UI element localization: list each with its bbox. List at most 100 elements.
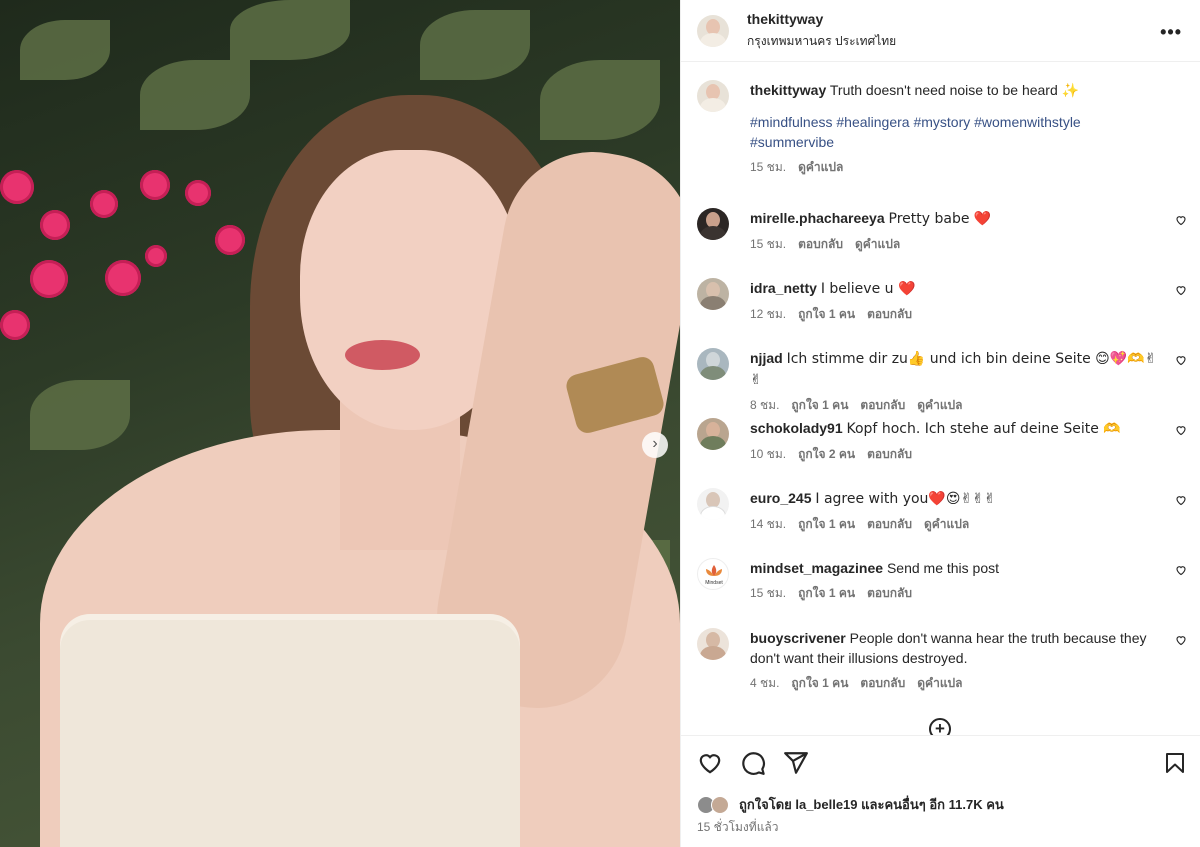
see-translation-link[interactable]: ดูคำแปล xyxy=(924,515,969,534)
author-avatar[interactable] xyxy=(697,14,729,47)
caption-username[interactable]: thekittyway xyxy=(750,82,826,98)
flower xyxy=(105,260,141,296)
comment-username[interactable]: idra_netty xyxy=(750,280,817,296)
hashtag-link[interactable]: #mindfulness #healingera #mystory #women… xyxy=(750,114,1081,130)
lips xyxy=(345,340,420,370)
heart-icon[interactable] xyxy=(697,750,723,776)
comment-likes-count[interactable]: ถูกใจ 2 คน xyxy=(798,445,855,464)
comment-time[interactable]: 4 ชม. xyxy=(750,674,779,693)
lotus-logo-icon: Mindset xyxy=(705,565,723,586)
comment-time[interactable]: 10 ชม. xyxy=(750,445,786,464)
reply-button[interactable]: ตอบกลับ xyxy=(798,235,843,254)
reply-button[interactable]: ตอบกลับ xyxy=(867,584,912,603)
comment-time[interactable]: 12 ชม. xyxy=(750,305,786,324)
comment-text: I agree with you❤️😍✌✌✌ xyxy=(815,491,996,507)
comment-likes-count[interactable]: ถูกใจ 1 คน xyxy=(791,674,848,693)
post-footer: ถูกใจโดย la_belle19 และคนอื่นๆ อีก 11.7K… xyxy=(681,735,1200,847)
see-translation-link[interactable]: ดูคำแปล xyxy=(798,158,843,177)
comment-username[interactable]: mirelle.phachareeya xyxy=(750,210,885,226)
author-info: thekittyway กรุงเทพมหานคร ประเทศไทย xyxy=(747,11,896,51)
comment-time[interactable]: 8 ชม. xyxy=(750,396,779,415)
more-options-icon[interactable]: ••• xyxy=(1160,22,1182,43)
action-bar xyxy=(697,750,809,776)
see-translation-link[interactable]: ดูคำแปล xyxy=(917,396,962,415)
leaf-decoration xyxy=(20,20,110,80)
comment-time[interactable]: 15 ชม. xyxy=(750,235,786,254)
commenter-avatar[interactable] xyxy=(697,628,729,660)
comment-like-icon[interactable] xyxy=(1175,214,1187,226)
likes-summary[interactable]: ถูกใจโดย la_belle19 และคนอื่นๆ อีก 11.7K… xyxy=(697,794,1004,815)
comment-like-icon[interactable] xyxy=(1175,634,1187,646)
comment-text: Kopf hoch. Ich stehe auf deine Seite 🫶 xyxy=(846,421,1121,437)
hashtags: #mindfulness #healingera #mystory #women… xyxy=(750,112,1160,152)
see-translation-link[interactable]: ดูคำแปล xyxy=(855,235,900,254)
comment-likes-count[interactable]: ถูกใจ 1 คน xyxy=(791,396,848,415)
comment-icon[interactable] xyxy=(740,750,766,776)
comment-like-icon[interactable] xyxy=(1175,564,1187,576)
comment-text: Send me this post xyxy=(886,560,1000,576)
reply-button[interactable]: ตอบกลับ xyxy=(867,445,912,464)
flower xyxy=(30,260,68,298)
comment-username[interactable]: schokolady91 xyxy=(750,420,843,436)
comment-likes-count[interactable]: ถูกใจ 1 คน xyxy=(798,515,855,534)
comment-like-icon[interactable] xyxy=(1175,354,1187,366)
leaf-decoration xyxy=(30,380,130,450)
comment-text: I believe u ❤️ xyxy=(820,281,916,297)
flower xyxy=(0,170,34,204)
comment-username[interactable]: buoyscrivener xyxy=(750,630,846,646)
leaf-decoration xyxy=(140,60,250,130)
flower xyxy=(215,225,245,255)
hashtag-link[interactable]: #summervibe xyxy=(750,134,834,150)
commenter-avatar[interactable] xyxy=(697,418,729,450)
chevron-right-icon: › xyxy=(652,435,658,452)
post-location[interactable]: กรุงเทพมหานคร ประเทศไทย xyxy=(747,32,896,51)
comment-like-icon[interactable] xyxy=(1175,284,1187,296)
reply-button[interactable]: ตอบกลับ xyxy=(867,515,912,534)
author-avatar[interactable] xyxy=(697,80,729,112)
liker-avatar xyxy=(711,795,729,814)
share-icon[interactable] xyxy=(783,750,809,776)
leaf-decoration xyxy=(420,10,530,80)
posted-time[interactable]: 15 ชั่วโมงที่แล้ว xyxy=(697,818,779,837)
leaf-decoration xyxy=(230,0,350,60)
flower xyxy=(145,245,167,267)
commenter-avatar[interactable]: Mindset xyxy=(697,558,729,590)
flower xyxy=(140,170,170,200)
comment-time[interactable]: 14 ชม. xyxy=(750,515,786,534)
comment-username[interactable]: mindset_magazinee xyxy=(750,560,883,576)
see-translation-link[interactable]: ดูคำแปล xyxy=(917,674,962,693)
comments-list: thekittyway Truth doesn't need noise to … xyxy=(681,63,1200,735)
next-photo-button[interactable]: › xyxy=(642,432,668,458)
flower xyxy=(0,310,30,340)
comment-likes-count[interactable]: ถูกใจ 1 คน xyxy=(798,584,855,603)
knit-top xyxy=(60,620,520,847)
liked-by-text[interactable]: ถูกใจโดย la_belle19 และคนอื่นๆ อีก 11.7K… xyxy=(739,794,1004,815)
post-photo[interactable]: › xyxy=(0,0,680,847)
comment-time[interactable]: 15 ชม. xyxy=(750,584,786,603)
bookmark-icon[interactable] xyxy=(1163,750,1187,776)
leaf-decoration xyxy=(540,60,660,140)
comment-text: Pretty babe ❤️ xyxy=(888,211,992,227)
post-side-panel: thekittyway กรุงเทพมหานคร ประเทศไทย ••• … xyxy=(680,0,1200,847)
comment-username[interactable]: euro_245 xyxy=(750,490,811,506)
comment-like-icon[interactable] xyxy=(1175,424,1187,436)
comment-likes-count[interactable]: ถูกใจ 1 คน xyxy=(798,305,855,324)
comment-text: Ich stimme dir zu👍 und ich bin deine Sei… xyxy=(750,351,1157,388)
comment-like-icon[interactable] xyxy=(1175,494,1187,506)
author-username[interactable]: thekittyway xyxy=(747,11,896,27)
reply-button[interactable]: ตอบกลับ xyxy=(860,396,905,415)
plus-circle-icon[interactable]: + xyxy=(929,718,951,735)
caption-time[interactable]: 15 ชม. xyxy=(750,158,786,177)
flower xyxy=(185,180,211,206)
commenter-avatar[interactable] xyxy=(697,488,729,520)
commenter-avatar[interactable] xyxy=(697,278,729,310)
reply-button[interactable]: ตอบกลับ xyxy=(867,305,912,324)
commenter-avatar[interactable] xyxy=(697,208,729,240)
commenter-avatar[interactable] xyxy=(697,348,729,380)
comment-username[interactable]: njjad xyxy=(750,350,783,366)
flower xyxy=(40,210,70,240)
reply-button[interactable]: ตอบกลับ xyxy=(860,674,905,693)
caption-text: Truth doesn't need noise to be heard ✨ xyxy=(829,82,1080,98)
liker-avatars xyxy=(697,795,733,814)
post-header: thekittyway กรุงเทพมหานคร ประเทศไทย ••• xyxy=(681,0,1200,62)
